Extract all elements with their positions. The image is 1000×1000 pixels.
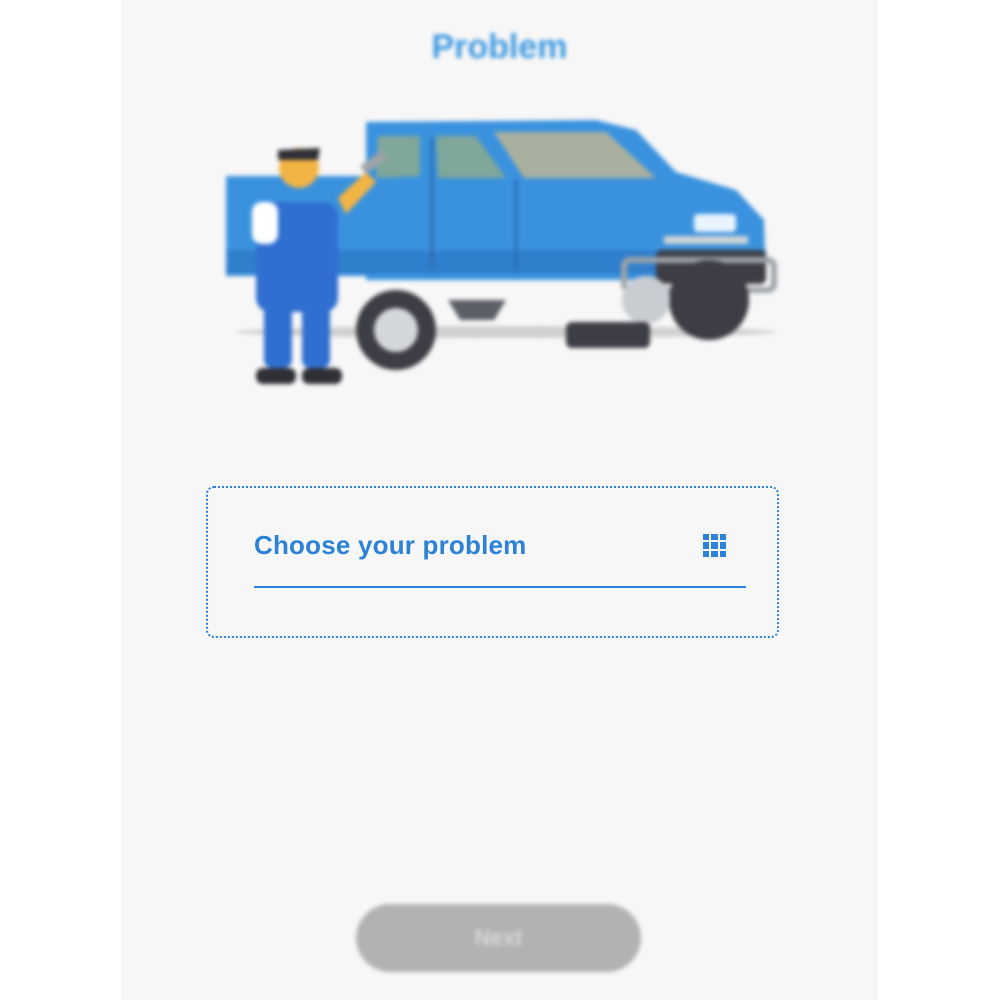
problem-selector-card: Choose your problem — [206, 486, 779, 638]
page-title: Problem — [431, 28, 568, 66]
next-button[interactable]: Next — [356, 904, 641, 972]
problem-selector-label: Choose your problem — [254, 530, 527, 560]
app-screen: Problem Choose your problem Next — [121, 0, 878, 1000]
mechanic-truck-illustration — [226, 120, 777, 384]
grid-icon[interactable] — [703, 534, 726, 557]
problem-selector[interactable]: Choose your problem — [254, 524, 746, 588]
